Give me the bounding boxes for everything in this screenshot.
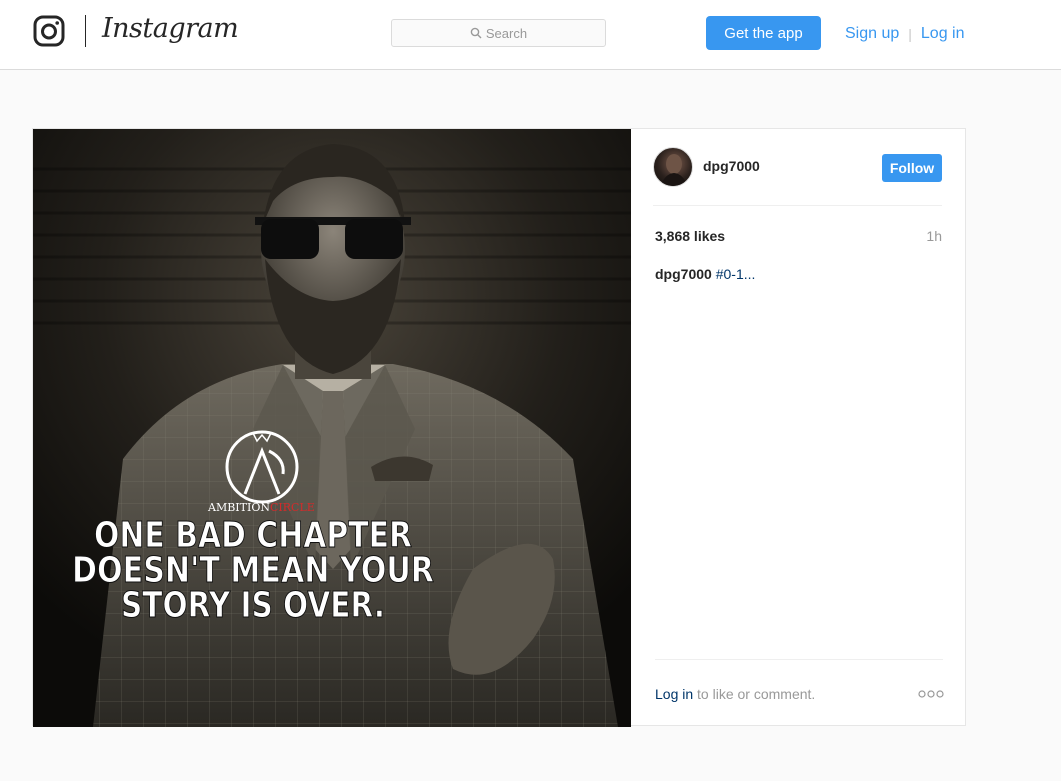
quote-line-3: STORY IS OVER. (121, 585, 385, 626)
post-sidebar: dpg7000 Follow 3,868 likes 1h dpg7000 #0… (631, 129, 966, 725)
instagram-camera-icon[interactable] (33, 15, 65, 47)
post-card: AMBITION CIRCLE ONE BAD CHAPTER DOESN'T … (32, 128, 966, 727)
caption-username[interactable]: dpg7000 (655, 266, 712, 282)
login-prompt-suffix: to like or comment. (693, 686, 816, 702)
post-time[interactable]: 1h (926, 228, 942, 244)
get-the-app-button[interactable]: Get the app (706, 16, 821, 50)
magnifier-icon (470, 27, 482, 39)
search-placeholder: Search (485, 25, 528, 41)
brand-ambition-text: AMBITION (207, 501, 270, 514)
auth-links: Sign up | Log in (845, 23, 965, 45)
logo-divider (85, 15, 86, 47)
caption-hashtag[interactable]: #0-1... (716, 266, 756, 282)
post-author-username[interactable]: dpg7000 (703, 158, 760, 174)
avatar[interactable] (653, 147, 693, 187)
post-header: dpg7000 Follow (653, 129, 942, 206)
post-image[interactable]: AMBITION CIRCLE ONE BAD CHAPTER DOESN'T … (33, 129, 631, 727)
brand-circle-text: CIRCLE (270, 501, 315, 514)
follow-button[interactable]: Follow (882, 154, 942, 182)
more-options-icon[interactable] (918, 689, 944, 699)
link-separator: | (908, 26, 912, 42)
login-prompt: Log in to like or comment. (655, 686, 815, 702)
divider (655, 659, 943, 660)
sign-up-link[interactable]: Sign up (845, 25, 899, 43)
top-nav: Instagram Search Get the app Sign up | L… (0, 0, 1061, 70)
instagram-wordmark[interactable]: Instagram (102, 13, 239, 44)
search-input[interactable]: Search (391, 19, 606, 47)
likes-count[interactable]: 3,868 likes (655, 228, 725, 244)
log-in-link[interactable]: Log in (921, 25, 965, 43)
post-caption: dpg7000 #0-1... (655, 266, 755, 282)
login-to-comment-link[interactable]: Log in (655, 686, 693, 702)
